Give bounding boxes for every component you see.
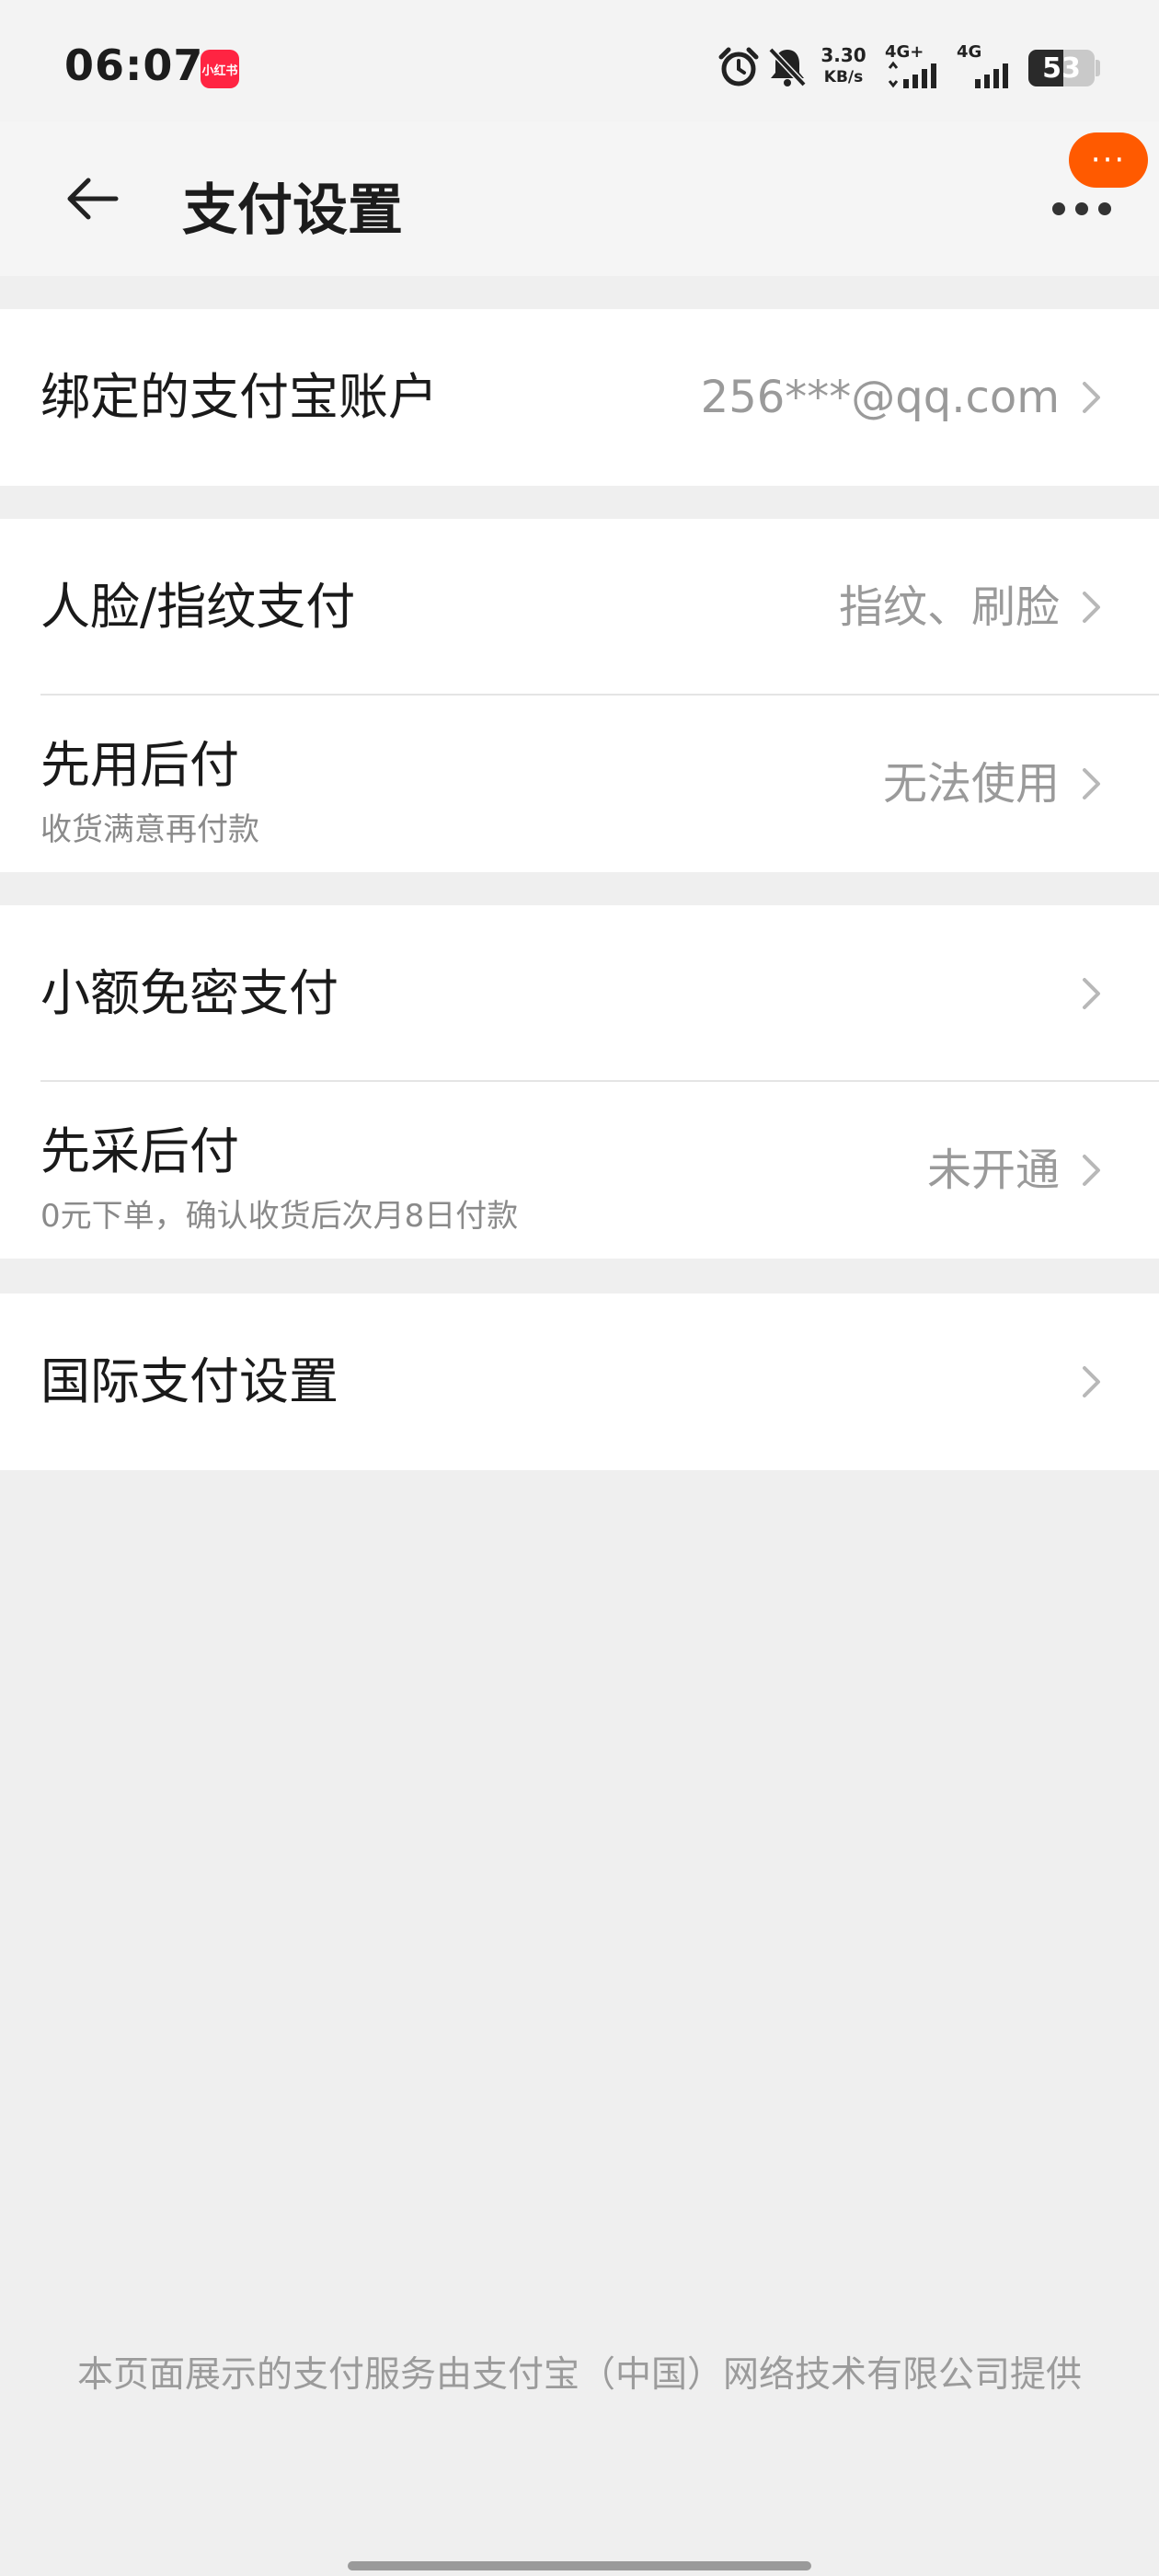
row-title: 国际支付设置 [40, 1352, 339, 1410]
row-value: 无法使用 [882, 758, 1060, 810]
net-speed-unit: KB/s [823, 68, 864, 86]
sim1-label: 4G+ [885, 42, 924, 62]
row-title: 先采后付 [40, 1122, 239, 1180]
chevron-right-icon [1083, 978, 1100, 1009]
status-bar: 06:07 小红书 3.30 KB/s 4G+ 4G 53 [0, 0, 1159, 121]
row-title: 先用后付 [40, 736, 239, 794]
settings-group-credit: 小额免密支付 先采后付 0元下单，确认收货后次月8日付款 未开通 [0, 905, 1159, 1259]
page-title: 支付设置 [182, 178, 403, 243]
more-dots-icon [1098, 202, 1111, 215]
row-pay-later[interactable]: 先用后付 收货满意再付款 无法使用 [0, 696, 1159, 872]
row-buy-now-pay-later[interactable]: 先采后付 0元下单，确认收货后次月8日付款 未开通 [0, 1082, 1159, 1259]
battery-cap [1096, 60, 1100, 76]
settings-group-account: 绑定的支付宝账户 256***@qq.com [0, 309, 1159, 486]
row-value: 指纹、刷脸 [838, 581, 1060, 633]
back-button[interactable] [55, 162, 129, 236]
row-title: 小额免密支付 [40, 964, 339, 1022]
battery-level: 53 [1042, 52, 1081, 85]
arrow-left-icon [67, 178, 119, 220]
row-value: 未开通 [926, 1144, 1060, 1196]
more-dots-icon [1075, 202, 1088, 215]
more-button[interactable] [1039, 186, 1117, 223]
row-small-amount-password-free[interactable]: 小额免密支付 [0, 905, 1159, 1082]
alarm-icon [718, 47, 759, 86]
floating-more-bubble[interactable]: ··· [1069, 132, 1148, 188]
chevron-right-icon [1083, 1366, 1100, 1397]
sim2-label: 4G [957, 42, 982, 62]
chevron-right-icon [1083, 382, 1100, 413]
row-value: 256***@qq.com [700, 372, 1060, 423]
row-alipay-account[interactable]: 绑定的支付宝账户 256***@qq.com [0, 309, 1159, 486]
settings-group-international: 国际支付设置 [0, 1294, 1159, 1470]
signal-icon [888, 61, 936, 88]
more-dots-icon [1052, 202, 1065, 215]
signal-icon [975, 63, 1008, 88]
settings-group-payment-methods: 人脸/指纹支付 指纹、刷脸 先用后付 收货满意再付款 无法使用 [0, 519, 1159, 872]
row-subtitle: 0元下单，确认收货后次月8日付款 [40, 1198, 519, 1235]
footer-provider-note: 本页面展示的支付服务由支付宝（中国）网络技术有限公司提供 [76, 2354, 1082, 2396]
status-time: 06:07 [64, 40, 204, 90]
row-subtitle: 收货满意再付款 [40, 811, 259, 848]
row-title: 绑定的支付宝账户 [40, 368, 438, 426]
net-speed-value: 3.30 [820, 44, 866, 66]
chevron-right-icon [1083, 1155, 1100, 1186]
bell-muted-icon [768, 47, 807, 87]
battery-icon: 53 [1028, 50, 1095, 86]
row-international-payment[interactable]: 国际支付设置 [0, 1294, 1159, 1470]
xiaohongshu-app-icon: 小红书 [201, 50, 239, 88]
row-title: 人脸/指纹支付 [40, 578, 356, 636]
row-face-fingerprint-pay[interactable]: 人脸/指纹支付 指纹、刷脸 [0, 519, 1159, 696]
page-header: 支付设置 [0, 121, 1159, 276]
home-indicator[interactable] [348, 2561, 811, 2570]
net-speed: 3.30 KB/s [815, 44, 872, 88]
chevron-right-icon [1083, 592, 1100, 623]
chevron-right-icon [1083, 768, 1100, 799]
